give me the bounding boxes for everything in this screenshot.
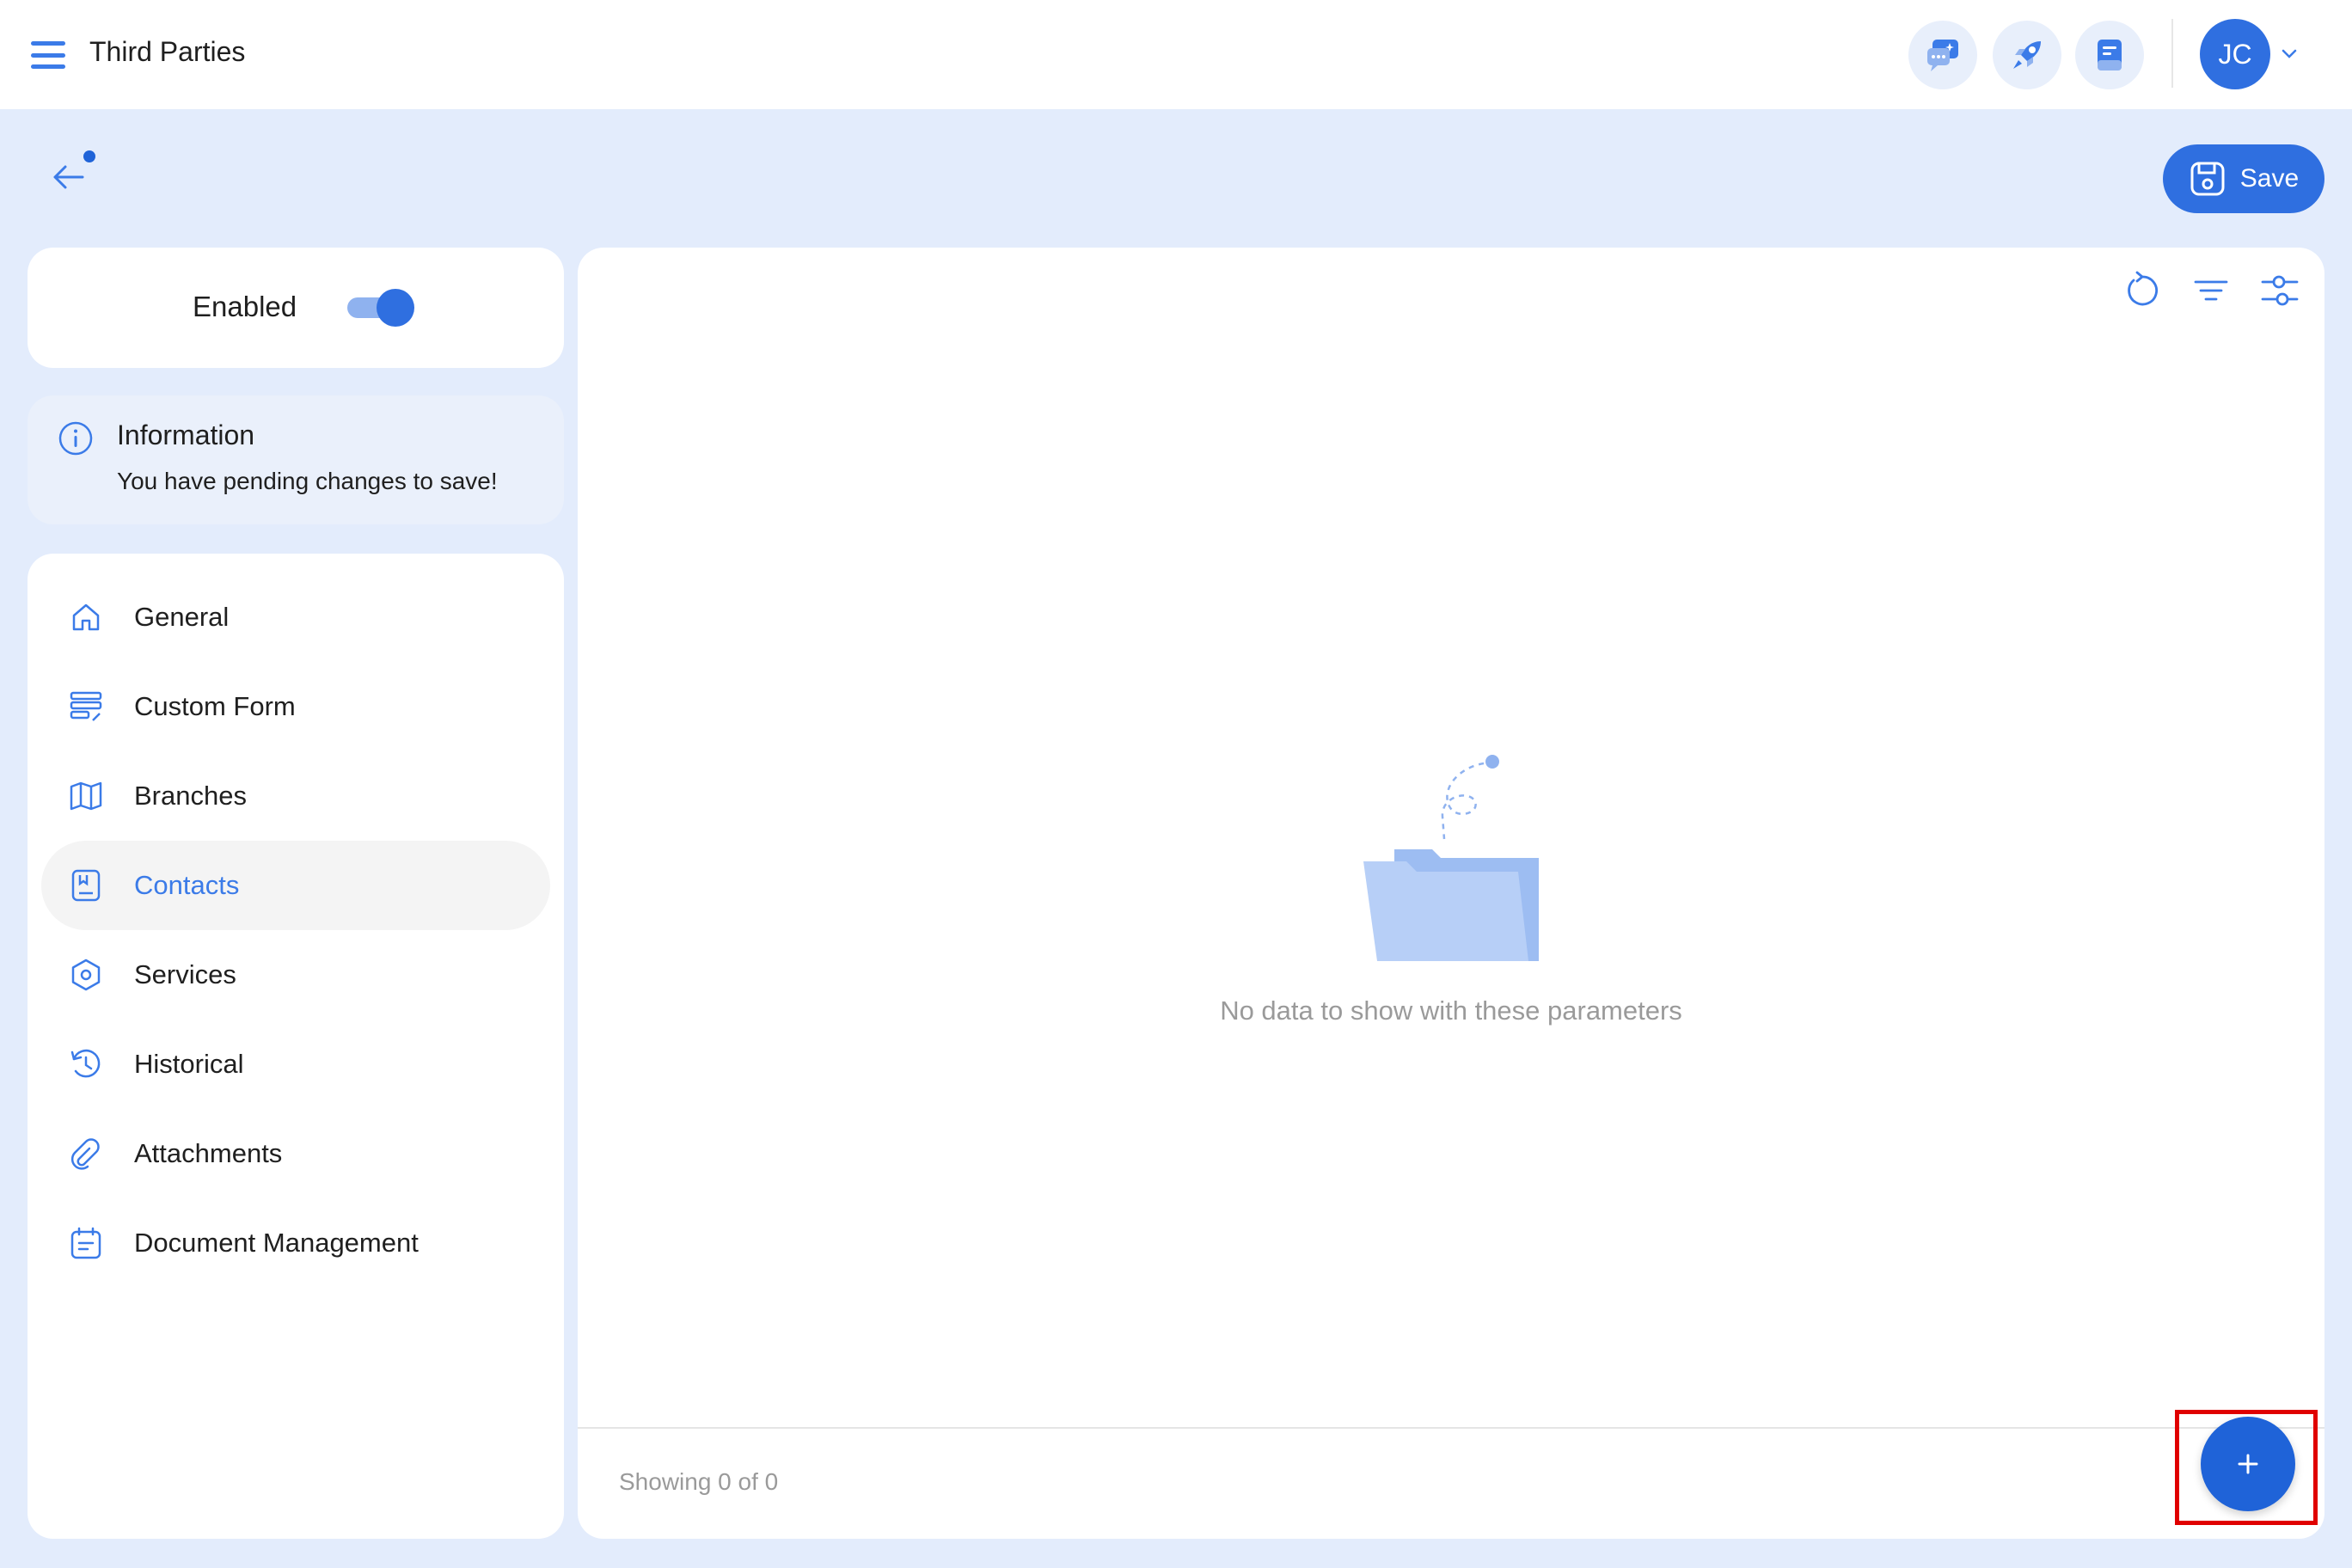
- home-icon: [72, 603, 100, 631]
- contacts-panel: No data to show with these parameters Sh…: [578, 248, 2324, 1539]
- sidebar-nav: General Custom Form Branches Contacts Se…: [28, 554, 564, 1539]
- pagination-summary: Showing 0 of 0: [619, 1468, 779, 1495]
- plus-icon: [2238, 1454, 2258, 1474]
- footer-divider: [578, 1427, 2324, 1429]
- enabled-card: Enabled: [28, 248, 564, 368]
- info-banner: Information You have pending changes to …: [28, 395, 564, 524]
- header-divider: [2171, 19, 2173, 88]
- sidebar-item-historical[interactable]: Historical: [41, 1020, 550, 1109]
- sidebar-item-label: General: [134, 602, 230, 632]
- sidebar-item-label: Services: [134, 959, 236, 989]
- sidebar-item-contacts[interactable]: Contacts: [41, 841, 550, 930]
- info-icon: [57, 420, 95, 462]
- sort-icon[interactable]: [2190, 270, 2232, 311]
- hexagon-icon: [71, 959, 101, 991]
- chevron-down-icon[interactable]: [2280, 45, 2299, 68]
- sidebar-item-branches[interactable]: Branches: [41, 751, 550, 841]
- history-icon: [70, 1049, 101, 1078]
- save-icon: [2190, 162, 2225, 196]
- empty-state-message: No data to show with these parameters: [1220, 995, 1682, 1026]
- back-arrow-icon[interactable]: [48, 146, 100, 198]
- form-icon: [70, 691, 102, 721]
- attachment-icon: [70, 1138, 100, 1170]
- info-title: Information: [117, 420, 255, 450]
- app-title: Third Parties: [89, 36, 246, 67]
- empty-folder-icon: [1363, 755, 1539, 961]
- notes-icon[interactable]: [2075, 21, 2144, 89]
- sidebar-item-label: Branches: [134, 781, 247, 811]
- add-contact-button[interactable]: [2201, 1417, 2295, 1511]
- avatar-initials: JC: [2218, 38, 2252, 70]
- enabled-toggle[interactable]: [347, 285, 414, 328]
- rocket-icon[interactable]: [1993, 21, 2061, 89]
- sidebar-item-custom-form[interactable]: Custom Form: [41, 662, 550, 751]
- sidebar-item-label: Custom Form: [134, 691, 296, 721]
- info-message: You have pending changes to save!: [117, 468, 498, 494]
- sidebar-item-general[interactable]: General: [41, 573, 550, 662]
- calendar-doc-icon: [70, 1227, 101, 1259]
- map-icon: [70, 781, 102, 811]
- sidebar-item-label: Attachments: [134, 1138, 283, 1168]
- sidebar-item-label: Document Management: [134, 1228, 419, 1258]
- sidebar-item-attachments[interactable]: Attachments: [41, 1109, 550, 1198]
- filter-settings-icon[interactable]: [2259, 270, 2300, 311]
- user-avatar[interactable]: JC: [2200, 19, 2270, 89]
- refresh-icon[interactable]: [2122, 270, 2163, 311]
- sidebar-item-label: Historical: [134, 1049, 244, 1079]
- hamburger-menu-icon[interactable]: [31, 38, 65, 72]
- sidebar-item-services[interactable]: Services: [41, 930, 550, 1020]
- chat-ai-icon[interactable]: [1908, 21, 1977, 89]
- save-button[interactable]: Save: [2163, 144, 2324, 213]
- sidebar-item-document-management[interactable]: Document Management: [41, 1198, 550, 1288]
- enabled-label: Enabled: [193, 291, 297, 322]
- save-label: Save: [2239, 164, 2300, 193]
- contacts-icon: [71, 869, 101, 902]
- top-bar: Third Parties JC: [0, 0, 2352, 109]
- sidebar-item-label: Contacts: [134, 870, 240, 900]
